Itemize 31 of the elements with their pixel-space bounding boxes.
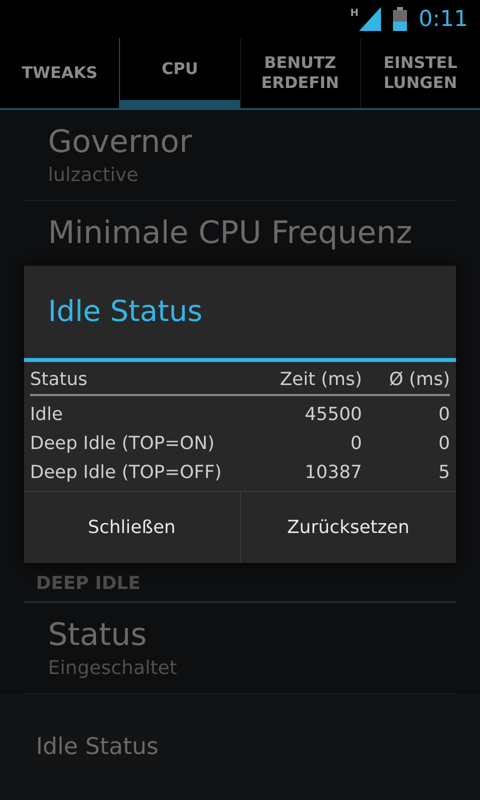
setting-summary: Eingeschaltet [48,656,178,681]
setting-summary: lulzactive [48,163,140,188]
table-cell-text: 45500 [304,403,362,427]
table-cell-text: Deep Idle (TOP=ON) [30,432,216,456]
table-cell-text: 10387 [304,461,362,485]
footer-title: Idle Status [36,732,159,762]
dialog-button[interactable]: Zurücksetzen [240,492,456,563]
column-header: Zeit (ms) [278,368,362,392]
tab[interactable]: EINSTEL LUNGEN [360,38,480,108]
setting-title: Governor [48,123,193,162]
clock: 0:11 [418,6,468,34]
tab[interactable]: CPU [119,38,240,108]
dialog-title: Idle Status [48,293,202,330]
setting-title: Minimale CPU Frequenz [48,214,414,253]
column-header: Ø (ms) [388,368,450,392]
table-cell-text: 0 [438,403,450,427]
tab[interactable]: TWEAKS [0,38,120,108]
table-cell-text: Idle [30,403,64,427]
table-cell-text: 0 [438,432,450,456]
dialog-button[interactable]: Schließen [24,492,240,563]
table-cell-text: 5 [438,461,450,485]
setting-title: Status [48,616,148,655]
column-header: Status [30,368,88,392]
signal-icon [358,7,381,31]
section-header: DEEP IDLE [36,573,140,594]
battery-icon [392,7,407,31]
tab[interactable]: BENUTZ ERDEFIN [240,38,360,108]
table-cell-text: 0 [350,432,362,456]
table-cell-text: Deep Idle (TOP=OFF) [30,461,223,485]
network-type: H [350,9,359,19]
setting-item[interactable]: Governor lulzactive [24,110,456,201]
